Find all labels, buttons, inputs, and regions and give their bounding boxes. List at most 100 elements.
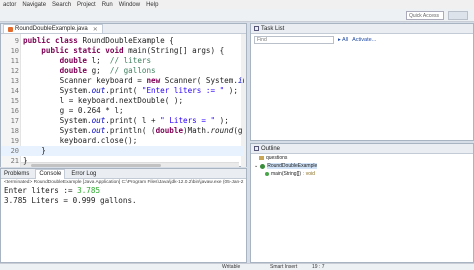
code-token: l; <box>91 56 110 65</box>
code-token: System. <box>23 126 92 135</box>
code-token: .print( l + <box>105 116 161 125</box>
code-token: .println( ( <box>105 126 156 135</box>
code-token: g; <box>91 66 110 75</box>
line-number: 14 <box>10 87 19 95</box>
tab-error-log[interactable]: Error Log <box>71 171 96 177</box>
code-token: public class <box>23 36 83 45</box>
menu-bar: actor Navigate Search Project Run Window Help <box>0 0 474 9</box>
code-token: ); <box>215 116 229 125</box>
outline-method-type: : void <box>303 171 315 177</box>
code-token: round <box>210 126 234 135</box>
code-token: .print( <box>105 86 142 95</box>
code-line[interactable]: 15 l = keyboard.nextDouble( ); <box>1 96 244 106</box>
status-cursor-position: 19 : 7 <box>312 264 325 270</box>
line-number: 12 <box>10 67 19 75</box>
code-text: } <box>23 146 46 156</box>
code-token: public static void <box>41 46 129 55</box>
menu-item[interactable]: Run <box>99 2 116 8</box>
code-text: public static void main(String[] args) { <box>23 46 224 56</box>
outline-title[interactable]: Outline <box>261 146 280 152</box>
code-text: g = 0.264 * l; <box>23 106 124 116</box>
menu-item[interactable]: actor <box>0 2 19 8</box>
task-list-title[interactable]: Task List <box>261 26 284 32</box>
editor-tab-java[interactable]: RoundDoubleExample.java ✕ <box>3 24 103 33</box>
code-line[interactable]: 18 System.out.println( (double)Math.roun… <box>1 126 244 136</box>
editor-tab-label: RoundDoubleExample.java <box>15 26 88 32</box>
line-number: 9 <box>14 37 19 45</box>
console-description: <terminated> RoundDoubleExample [Java Ap… <box>4 180 244 185</box>
code-token: System. <box>23 116 92 125</box>
perspective-switcher[interactable] <box>448 11 468 20</box>
code-line[interactable]: 21} <box>1 156 244 166</box>
line-number: 15 <box>10 97 19 105</box>
status-bar: Writable Smart Insert 19 : 7 <box>0 263 474 270</box>
editor-text-area[interactable]: 9 public class RoundDoubleExample {10 pub… <box>1 34 246 175</box>
package-icon <box>259 156 264 160</box>
code-token: double <box>155 126 184 135</box>
editor-tabs: RoundDoubleExample.java ✕ <box>1 24 246 34</box>
code-token: )Math. <box>183 126 211 135</box>
menu-item[interactable]: Window <box>116 2 143 8</box>
code-token: l = keyboard.nextDouble( ); <box>23 96 184 105</box>
task-activate-link[interactable]: Activate... <box>352 37 376 43</box>
code-line[interactable]: 19 keyboard.close(); <box>1 136 244 146</box>
task-filter-all-label: All <box>342 36 349 43</box>
code-token: } <box>23 156 28 165</box>
line-number: 21 <box>10 157 19 165</box>
outline-method-label: main(String[]) <box>271 171 302 177</box>
code-line[interactable]: 9 public class RoundDoubleExample { <box>1 36 244 46</box>
code-line[interactable]: 20 } <box>1 146 244 156</box>
class-icon <box>260 163 266 169</box>
code-token: in <box>237 76 244 85</box>
outline-class-row[interactable]: ⌄ RoundDoubleExample <box>251 162 473 170</box>
code-token: // gallons <box>109 66 156 75</box>
code-text: System.out.print( l + " Liters = " ); <box>23 116 229 126</box>
code-line[interactable]: 10 public static void main(String[] args… <box>1 46 244 56</box>
code-token: System. <box>23 86 92 95</box>
code-text: Scanner keyboard = new Scanner( System.i… <box>23 76 244 86</box>
code-line[interactable]: 17 System.out.print( l + " Liters = " ); <box>1 116 244 126</box>
outline-method-row[interactable]: main(String[]) : void <box>251 170 473 178</box>
menu-item[interactable]: Project <box>74 2 99 8</box>
line-number: 10 <box>10 47 19 55</box>
task-find-input[interactable]: Find <box>254 35 334 44</box>
status-insert-mode: Smart Insert <box>270 264 298 270</box>
code-text: double l; // liters <box>23 56 151 66</box>
outline-package-row[interactable]: questions <box>251 154 473 162</box>
menu-item[interactable]: Navigate <box>19 2 49 8</box>
code-editor[interactable]: RoundDoubleExample.java ✕ 9 public class … <box>0 23 247 175</box>
line-number: 13 <box>10 77 19 85</box>
console-panel: Problems Console Error Log <terminated> … <box>0 168 247 263</box>
outline-class-label: RoundDoubleExample <box>267 163 318 169</box>
code-line[interactable]: 16 g = 0.264 * l; <box>1 106 244 116</box>
line-number: 17 <box>10 117 19 125</box>
code-line[interactable]: 14 System.out.print( "Enter liters := " … <box>1 86 244 96</box>
close-icon[interactable]: ✕ <box>93 26 98 33</box>
code-token: " Liters = " <box>160 116 216 125</box>
task-filter-all[interactable]: ▸ All <box>338 37 348 43</box>
menu-item[interactable]: Search <box>49 2 74 8</box>
code-line[interactable]: 11 double l; // liters <box>1 56 244 66</box>
console-output[interactable]: Enter liters := 3.785 3.785 Liters = 0.9… <box>1 186 246 206</box>
tab-problems[interactable]: Problems <box>4 171 29 177</box>
line-number: 11 <box>10 57 19 65</box>
menu-item[interactable]: Help <box>143 2 161 8</box>
line-number: 19 <box>10 137 19 145</box>
code-line[interactable]: 13 Scanner keyboard = new Scanner( Syste… <box>1 76 244 86</box>
task-list-panel: Task List Find ▸ All Activate... <box>250 23 474 141</box>
code-token: // liters <box>109 56 152 65</box>
line-number: 16 <box>10 107 19 115</box>
task-list-icon <box>254 26 259 31</box>
toolbar: Quick Access <box>0 9 474 22</box>
code-token: new <box>146 76 165 85</box>
code-line[interactable]: 12 double g; // gallons <box>1 66 244 76</box>
line-number: 18 <box>10 127 19 135</box>
task-list-toolbar: Find ▸ All Activate... <box>251 34 473 45</box>
tab-console[interactable]: Console <box>35 168 66 179</box>
code-token: double <box>59 56 92 65</box>
quick-access-input[interactable]: Quick Access <box>406 11 444 20</box>
code-token: double <box>59 66 92 75</box>
chevron-down-icon[interactable]: ⌄ <box>254 163 258 169</box>
